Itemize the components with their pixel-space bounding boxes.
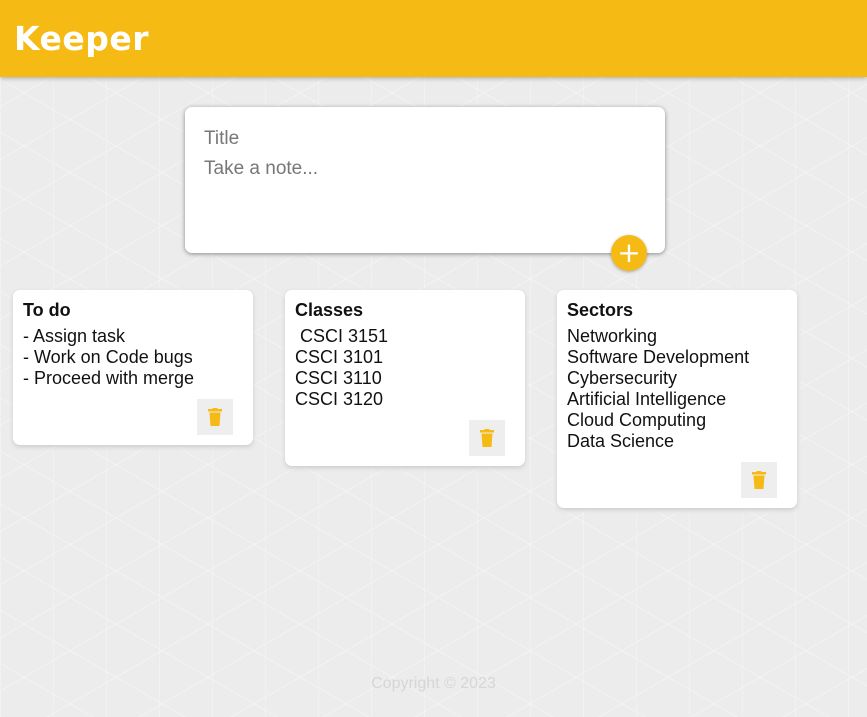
note-content: CSCI 3151 CSCI 3101 CSCI 3110 CSCI 3120: [295, 326, 389, 409]
note-title: Sectors: [567, 300, 634, 320]
note-content-input[interactable]: [204, 158, 644, 238]
note-title: Classes: [295, 300, 364, 320]
plus-icon: +: [617, 236, 641, 269]
trash-icon: [752, 471, 766, 489]
app-logo-title: Keeper: [14, 19, 150, 58]
delete-note-button[interactable]: [197, 399, 233, 435]
footer: Copyright © 2023: [0, 675, 867, 693]
create-note-form: [185, 107, 665, 253]
add-note-button[interactable]: +: [611, 235, 647, 271]
note-card: To do - Assign task - Work on Code bugs …: [13, 290, 253, 445]
delete-note-button[interactable]: [741, 462, 777, 498]
trash-icon: [208, 408, 222, 426]
delete-note-button[interactable]: [469, 420, 505, 456]
note-card: Sectors Networking Software Development …: [557, 290, 797, 508]
app-header: Keeper: [0, 0, 867, 77]
note-title: To do: [23, 300, 71, 320]
note-title-input[interactable]: [204, 126, 644, 152]
note-card: Classes CSCI 3151 CSCI 3101 CSCI 3110 CS…: [285, 290, 525, 466]
note-content: - Assign task - Work on Code bugs - Proc…: [23, 326, 195, 388]
trash-icon: [480, 429, 494, 447]
copyright-text: Copyright © 2023: [371, 675, 496, 692]
note-content: Networking Software Development Cybersec…: [567, 326, 750, 451]
